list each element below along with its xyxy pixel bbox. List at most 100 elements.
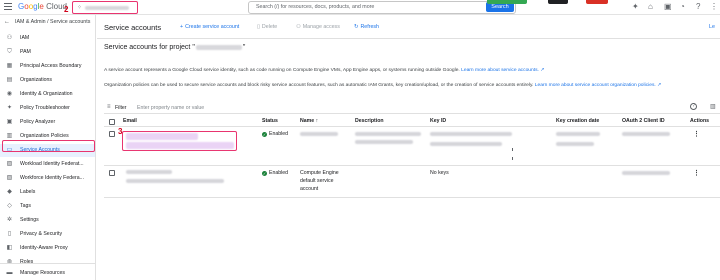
- learn-more-service-accounts-link[interactable]: Learn more about service accounts. ↗: [461, 68, 544, 73]
- sidebar-item-label: Principal Access Boundary: [20, 63, 82, 69]
- description-redacted: [355, 132, 421, 136]
- oauth-id-redacted: [622, 132, 670, 136]
- sidebar-item-label: Tags: [20, 203, 31, 209]
- status-pill-dark: [548, 0, 568, 4]
- sidebar-item-identity-aware-proxy[interactable]: ◧ Identity-Aware Proxy: [0, 242, 95, 255]
- search-placeholder: Search (/) for resources, docs, products…: [256, 4, 375, 10]
- sidebar-divider: [0, 263, 95, 264]
- more-vert-icon[interactable]: ⋮: [710, 2, 718, 11]
- row-actions-menu-icon[interactable]: ⋮: [693, 130, 700, 138]
- gemini-icon[interactable]: ✦: [632, 2, 639, 11]
- lock-icon: ▯: [7, 231, 12, 237]
- description-redacted-line2: [355, 140, 413, 144]
- boundary-icon: ▦: [6, 63, 13, 69]
- sidebar-item-organizations[interactable]: ▤ Organizations: [0, 74, 95, 87]
- select-all-checkbox[interactable]: [109, 119, 115, 125]
- column-header-email[interactable]: Email: [123, 118, 137, 124]
- manage-access-icon: ⚇: [296, 24, 301, 30]
- label-icon: ◆: [7, 189, 12, 195]
- sidebar-item-workload-identity-federat[interactable]: ▨ Workload Identity Federat...: [0, 158, 95, 171]
- column-header-oauth-client-id[interactable]: OAuth 2 Client ID: [622, 118, 665, 124]
- column-header-key-creation-date[interactable]: Key creation date: [556, 118, 599, 124]
- sidebar-item-pam[interactable]: ⛉ PAM: [0, 46, 95, 59]
- filter-label: Filter: [115, 105, 127, 111]
- back-arrow-icon[interactable]: ←: [4, 19, 10, 25]
- column-header-description[interactable]: Description: [355, 118, 384, 124]
- workforce-icon: ▧: [6, 175, 13, 181]
- sidebar-item-iam[interactable]: ⚇ IAM: [0, 32, 95, 45]
- gift-icon[interactable]: ⌂: [648, 2, 653, 11]
- learn-more-org-policies-link[interactable]: Learn more about service account organiz…: [535, 83, 661, 88]
- shield-icon: ⛉: [7, 49, 12, 55]
- person-plus-icon: ⚇: [6, 35, 13, 41]
- sidebar-item-privacy-security[interactable]: ▯ Privacy & Security: [0, 228, 95, 241]
- sidebar-item-label: Labels: [20, 189, 36, 195]
- breadcrumb-text[interactable]: IAM & Admin / Service accounts: [15, 19, 90, 25]
- filter-bar[interactable]: ≡ Filter Enter property name or value ? …: [104, 102, 720, 114]
- wrench-icon: ✦: [6, 105, 13, 111]
- manage-access-button[interactable]: ⚇ Manage access: [296, 24, 340, 30]
- workload-icon: ▨: [6, 161, 13, 167]
- delete-button[interactable]: ▯ Delete: [257, 24, 277, 30]
- column-header-key-id[interactable]: Key ID: [430, 118, 446, 124]
- policy-doc-icon: ▥: [6, 133, 13, 139]
- breadcrumb: ← IAM & Admin / Service accounts: [4, 19, 90, 25]
- sidebar-item-label: Organization Policies: [20, 133, 69, 139]
- description-org-policies: Organization policies can be used to sec…: [104, 83, 662, 88]
- refresh-button[interactable]: ↻ Refresh: [354, 24, 379, 30]
- check-circle-icon: ✓: [262, 171, 267, 176]
- filter-icon: ≡: [107, 104, 111, 110]
- filter-input[interactable]: Enter property name or value: [137, 105, 204, 111]
- email-redacted[interactable]: [126, 133, 198, 140]
- learn-button[interactable]: Le: [709, 24, 715, 30]
- sidebar-item-identity-organization[interactable]: ◉ Identity & Organization: [0, 88, 95, 101]
- project-name-redacted: [195, 44, 242, 50]
- sidebar-item-policy-analyzer[interactable]: ▣ Policy Analyzer: [0, 116, 95, 129]
- key-id-redacted-line2: [430, 142, 502, 146]
- column-header-name[interactable]: Name ↑: [300, 118, 318, 124]
- menu-icon[interactable]: [4, 3, 12, 11]
- page-title: Service accounts: [104, 23, 162, 32]
- cell-overflow-mark: [512, 157, 513, 160]
- sidebar-item-manage-resources[interactable]: ▬ Manage Resources: [0, 267, 95, 280]
- key-id-redacted: [430, 132, 512, 136]
- sidebar-item-label: Organizations: [20, 77, 53, 83]
- proxy-icon: ◧: [6, 245, 13, 251]
- column-header-status[interactable]: Status: [262, 118, 278, 124]
- key-date-redacted-line2: [556, 142, 594, 146]
- google-cloud-logo[interactable]: Google Cloud: [18, 2, 67, 11]
- description-service-accounts: A service account represents a Google Cl…: [104, 68, 545, 73]
- table-row[interactable]: ✓ Enabled Compute Engine default service…: [104, 167, 720, 198]
- step-badge-2: 2: [64, 5, 69, 14]
- status-pill-red: [586, 0, 608, 4]
- sidebar-item-principal-access-boundary[interactable]: ▦ Principal Access Boundary: [0, 60, 95, 73]
- sidebar-item-policy-troubleshooter[interactable]: ✦ Policy Troubleshooter: [0, 102, 95, 115]
- table-row[interactable]: 3 ✓ Enabled ⋮: [104, 127, 720, 166]
- help-icon[interactable]: ?: [696, 2, 700, 11]
- email-redacted[interactable]: [126, 170, 172, 174]
- help-icon[interactable]: ?: [690, 103, 697, 110]
- row-checkbox[interactable]: [109, 131, 115, 137]
- sidebar-item-settings[interactable]: ✲ Settings: [0, 214, 95, 227]
- bell-icon[interactable]: ◔: [680, 2, 685, 11]
- column-display-icon[interactable]: ▥: [710, 103, 716, 110]
- sidebar-item-label: Privacy & Security: [20, 231, 63, 237]
- sidebar-item-labels[interactable]: ◆ Labels: [0, 186, 95, 199]
- search-input[interactable]: Search (/) for resources, docs, products…: [248, 1, 516, 14]
- row-actions-menu-icon[interactable]: ⋮: [693, 169, 700, 177]
- sidebar-item-label: Identity-Aware Proxy: [20, 245, 68, 251]
- terminal-icon[interactable]: ▣: [664, 2, 672, 11]
- column-header-actions: Actions: [690, 118, 710, 124]
- table-header: Email Status Name ↑ Description Key ID K…: [104, 116, 720, 127]
- key-id-text: No keys: [430, 170, 449, 176]
- sidebar-item-tags[interactable]: ◇ Tags: [0, 200, 95, 213]
- project-selector[interactable]: ⁘: [72, 1, 138, 14]
- create-service-account-button[interactable]: + Create service account: [180, 24, 239, 30]
- section-title: Service accounts for project " ": [104, 44, 246, 51]
- row-checkbox[interactable]: [109, 170, 115, 176]
- sidebar-item-workforce-identity-federa[interactable]: ▧ Workforce Identity Federa...: [0, 172, 95, 185]
- status-pill-green: [487, 0, 527, 4]
- name-redacted: [300, 132, 338, 136]
- folder-icon: ▬: [6, 270, 13, 276]
- sidebar-item-label: Policy Analyzer: [20, 119, 56, 125]
